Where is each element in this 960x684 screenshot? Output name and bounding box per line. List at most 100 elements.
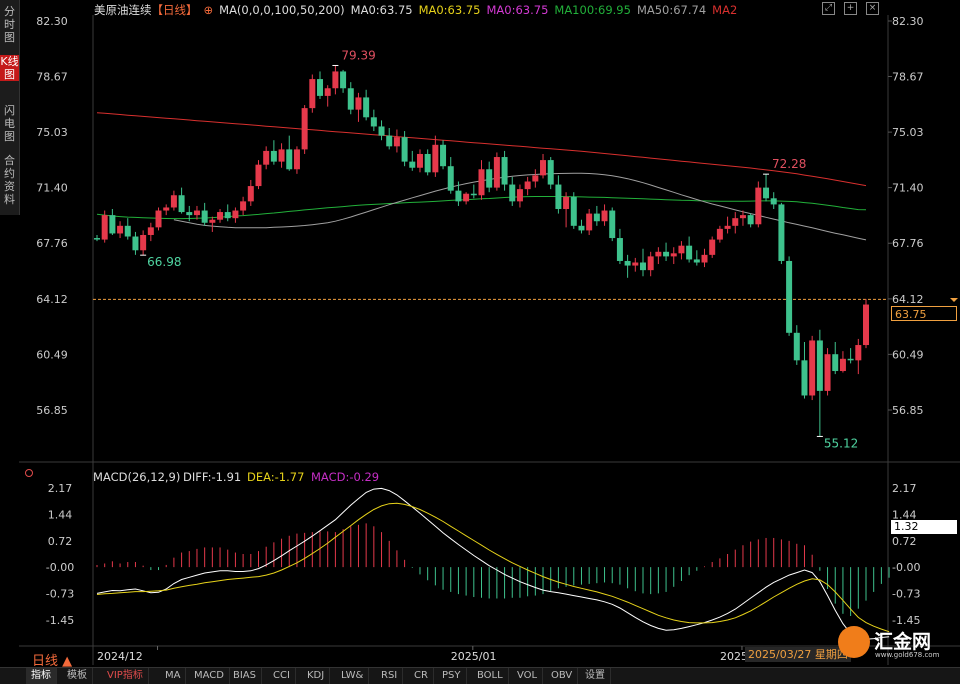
candle-body (424, 153, 431, 173)
toolbar-button-lw[interactable]: LW& (336, 668, 370, 684)
candle-body (863, 304, 869, 346)
toolbar-button-indicator[interactable]: 指标 (26, 668, 57, 684)
candle-body (263, 150, 270, 165)
candle-body (632, 262, 639, 266)
toolbar-button-boll[interactable]: BOLL (472, 668, 509, 684)
candle-body (94, 238, 100, 240)
candle-body (247, 186, 254, 202)
candle-body (693, 259, 700, 263)
candle-body (301, 108, 308, 150)
candle-body (101, 215, 108, 240)
indicator-toolbar: 指标 模板 VIP指标 MA MACD BIAS CCI KDJ LW& RSI… (0, 667, 960, 684)
macd-dea-value: DEA:-1.77 (247, 470, 304, 484)
candle-body (340, 71, 347, 89)
price-tick-left: 82.30 (36, 15, 68, 28)
candle-body (847, 358, 854, 361)
candle-body (186, 212, 193, 216)
chart-canvas[interactable]: 82.30 82.30 78.67 78.67 75.03 75.03 71.40 71.40… (0, 0, 960, 683)
time-tick-label: 2025/01 (451, 650, 497, 663)
low-annotation: 55.12 (824, 436, 858, 450)
candle-body (609, 210, 616, 239)
candle-body (540, 160, 547, 176)
candle-body (455, 190, 462, 202)
price-tick-right: 78.67 (892, 70, 924, 83)
toolbar-button-vol[interactable]: VOL (512, 668, 544, 684)
candle-body (240, 201, 247, 211)
toolbar-button-cci[interactable]: CCI (268, 668, 296, 684)
candle-body (193, 210, 200, 216)
toolbar-button-settings[interactable]: 设置 (580, 668, 611, 684)
macd-tick-left: -0.73 (46, 588, 74, 601)
candle-body (432, 144, 439, 173)
candle-body (440, 144, 447, 167)
toolbar-button-kdj[interactable]: KDJ (302, 668, 331, 684)
macd-tick-left: 2.17 (48, 482, 73, 495)
toolbar-button-obv[interactable]: OBV (546, 668, 579, 684)
candle-body (563, 196, 570, 210)
candle-body (178, 195, 185, 213)
candle-body (224, 212, 231, 219)
price-tick-left: 78.67 (36, 70, 68, 83)
candle-body (816, 340, 823, 391)
candle-body (570, 196, 577, 226)
candle-body (663, 251, 670, 257)
candle-body (117, 225, 124, 234)
candle-body (163, 207, 170, 211)
cursor-date: 2025/03/27 星期四 (745, 647, 851, 662)
candle-body (855, 345, 862, 361)
diff-line (96, 487, 890, 640)
price-tick-left: 56.85 (36, 404, 68, 417)
candle-body (678, 245, 685, 254)
price-tick-left: 71.40 (36, 182, 68, 195)
candle-body (109, 215, 116, 234)
candle-body (278, 149, 285, 162)
macd-tick-right: -0.73 (892, 588, 920, 601)
candle-body (578, 225, 585, 231)
candle-body (286, 149, 293, 170)
candle-body (293, 149, 300, 170)
candle-body (724, 225, 731, 229)
toolbar-button-vip[interactable]: VIP指标 (102, 668, 149, 684)
price-tick-right: 71.40 (892, 182, 924, 195)
candle-body (232, 210, 239, 219)
candle-body (786, 260, 793, 333)
toolbar-button-psy[interactable]: PSY (437, 668, 467, 684)
candle-body (793, 332, 800, 361)
candle-body (140, 234, 147, 251)
candle-body (255, 164, 262, 187)
candle-body (555, 184, 562, 210)
brand-logo: 汇金网 www.gold678.com (838, 624, 956, 664)
candle-body (209, 219, 216, 223)
candle-body (824, 354, 831, 391)
candle-body (547, 160, 554, 185)
candle-body (655, 251, 662, 257)
candle-body (601, 210, 608, 222)
candle-body (270, 150, 277, 162)
toolbar-button-bias[interactable]: BIAS (228, 668, 262, 684)
candle-body (309, 79, 316, 109)
candle-body (132, 236, 139, 251)
candle-body (716, 228, 723, 240)
candle-body (624, 260, 631, 266)
candle-body (486, 169, 493, 188)
candle-body (124, 225, 131, 237)
macd-tick-right: 0.72 (892, 535, 917, 548)
chart-stage: 分时图 K线图 闪电图 合约资料 美原油连续【日线】 ⊕ MA(0,0,0,100,… (0, 0, 960, 684)
price-tick-left: 60.49 (36, 348, 68, 361)
candle-body (501, 157, 508, 185)
candle-body (739, 215, 746, 219)
toolbar-button-template[interactable]: 模板 (62, 668, 93, 684)
toolbar-button-rsi[interactable]: RSI (376, 668, 404, 684)
price-tick-right: 60.49 (892, 348, 924, 361)
toolbar-button-cr[interactable]: CR (409, 668, 434, 684)
price-tick-left: 64.12 (36, 293, 68, 306)
macd-tick-right: 2.17 (892, 482, 917, 495)
toolbar-button-macd[interactable]: MACD (189, 668, 230, 684)
candle-body (509, 184, 516, 202)
logo-url: www.gold678.com (875, 651, 940, 659)
candle-body (809, 340, 816, 396)
toolbar-button-ma[interactable]: MA (160, 668, 187, 684)
macd-tick-left: 1.44 (48, 509, 73, 522)
logo-mark-icon (838, 626, 870, 658)
candle-body (217, 212, 224, 220)
